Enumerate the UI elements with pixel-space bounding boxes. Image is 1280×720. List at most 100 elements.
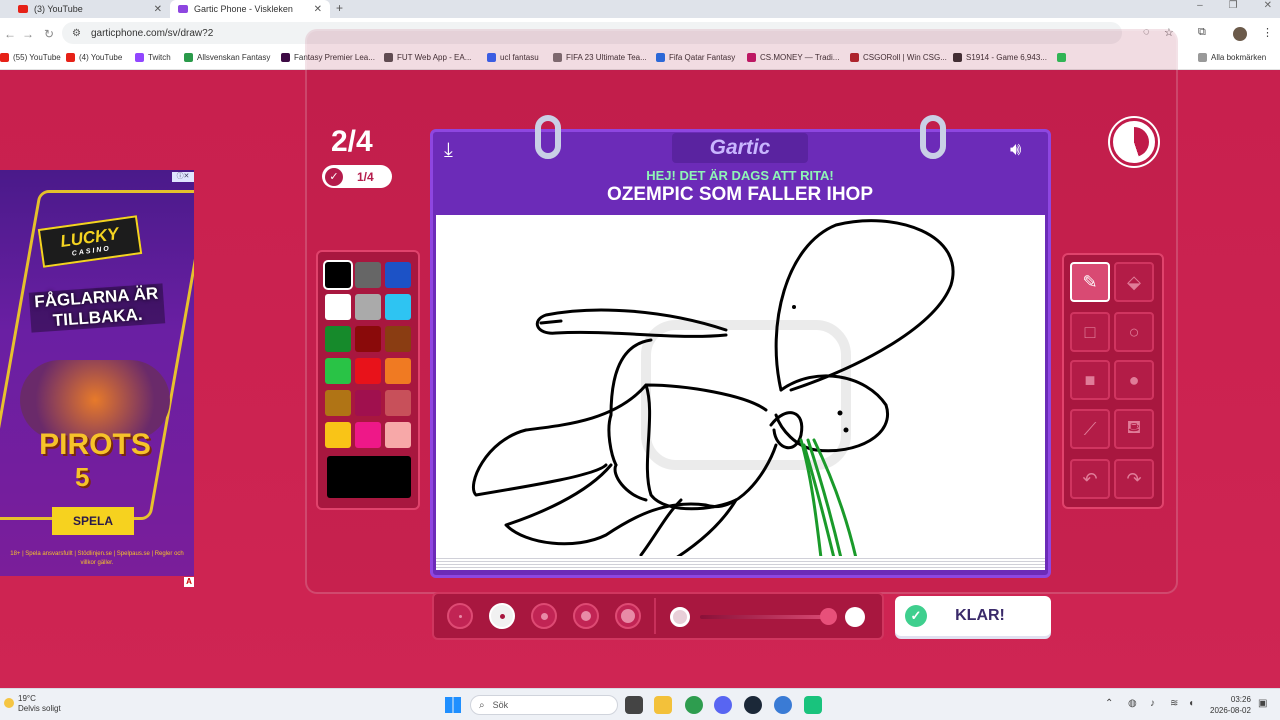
done-button-label: KLAR! [955,607,1005,624]
square-outline-icon[interactable]: □ [1070,312,1110,352]
ad-info-icon[interactable]: ⓘ✕ [172,172,194,182]
wifi-icon[interactable]: ≋ [1170,698,1178,709]
color-swatch[interactable] [355,390,381,416]
search-placeholder: Sök [492,700,509,710]
youtube-icon [18,5,28,13]
ad-cta-button[interactable]: SPELA [52,507,134,535]
windows-start-icon[interactable] [445,697,461,713]
color-swatch[interactable] [385,294,411,320]
bucket-icon[interactable]: ⛾ [1114,409,1154,449]
microphone-icon[interactable]: ♪ [1150,698,1155,709]
circle-filled-icon[interactable]: ● [1114,360,1154,400]
close-tab-icon[interactable]: ✕ [154,4,162,15]
bookmark[interactable]: Twitch [135,53,171,62]
square-filled-icon[interactable]: ■ [1070,360,1110,400]
site-info-icon[interactable]: ⚙ [72,28,81,39]
bookmark[interactable]: Allsvenskan Fantasy [184,53,270,62]
chevron-up-icon[interactable]: ⌃ [1105,698,1113,709]
clock-date: 2026-08-02 [1210,706,1251,715]
maximize-icon[interactable]: ❐ [1229,0,1238,12]
timer-pie [1119,127,1149,157]
color-swatch[interactable] [355,358,381,384]
done-count-text: 1/4 [357,169,374,184]
undo-icon[interactable]: ↶ [1070,459,1110,499]
profile-avatar[interactable] [1233,27,1247,41]
steam-icon[interactable] [744,696,762,714]
color-swatch[interactable] [325,294,351,320]
color-swatch[interactable] [385,262,411,288]
done-button[interactable]: ✓ KLAR! [895,596,1051,636]
ad-banner[interactable]: LUCKY CASINO FÅGLARNA ÄR TILLBAKA. PIROTS… [0,170,194,576]
bookmark[interactable]: (55) YouTube [0,53,61,62]
circle-outline-icon[interactable]: ○ [1114,312,1154,352]
color-swatch[interactable] [355,422,381,448]
ad-legal-text: 18+ | Spela ansvarsfullt | Stödlinjen.se… [10,551,184,566]
color-swatch[interactable] [355,262,381,288]
tab-title: (3) YouTube [34,4,83,14]
app-icon[interactable] [804,696,822,714]
menu-icon[interactable]: ⋮ [1262,26,1273,39]
drawing-canvas[interactable] [436,215,1045,558]
brush-size-3[interactable] [531,603,557,629]
eraser-icon[interactable]: ⬙ [1114,262,1154,302]
color-swatch[interactable] [355,294,381,320]
close-tab-icon[interactable]: ✕ [314,4,322,15]
new-tab-button[interactable]: + [336,0,343,16]
color-swatch[interactable] [355,326,381,352]
all-bookmarks[interactable]: Alla bokmärken [1198,53,1266,62]
sun-icon [4,698,14,708]
tab-youtube[interactable]: (3) YouTube ✕ [10,0,170,18]
notification-icon[interactable]: ▣ [1258,698,1267,709]
ad-game-number: 5 [75,462,90,492]
color-swatch[interactable] [325,326,351,352]
color-swatch[interactable] [325,390,351,416]
network-status-icon[interactable]: ◍ [1128,698,1137,709]
discord-icon[interactable] [714,696,732,714]
taskbar-search[interactable]: ⌕ Sök [470,695,618,715]
forward-icon[interactable]: → [22,27,34,41]
color-swatch[interactable] [385,422,411,448]
ad-game-title: PIROTS [39,428,151,461]
color-swatch[interactable] [385,326,411,352]
weather-text: Delvis soligt [18,704,61,713]
round-counter: 2/4 [331,125,373,158]
weather-temp: 19°C [18,694,36,703]
binder-ring [920,115,946,159]
speaker-icon[interactable]: ◖ [1188,698,1194,709]
back-icon[interactable]: ← [4,27,16,41]
color-swatch[interactable] [385,390,411,416]
color-swatch[interactable] [325,358,351,384]
pencil-icon[interactable]: ✎ [1070,262,1110,302]
color-swatch[interactable] [325,422,351,448]
weather-widget[interactable]: 19°C Delvis soligt [4,694,61,714]
chrome-icon[interactable] [685,696,703,714]
color-swatch[interactable] [385,358,411,384]
extensions-icon[interactable]: ⧉ [1198,26,1206,39]
line-icon[interactable]: ⟋ [1070,409,1110,449]
reload-icon[interactable]: ↻ [44,27,54,41]
gartic-logo: Gartic [672,133,808,163]
clock[interactable]: 03:26 2026-08-02 [1210,694,1251,716]
task-view-icon[interactable] [625,696,643,714]
brush-size-1[interactable] [447,603,473,629]
brush-size-2[interactable] [489,603,515,629]
opacity-max-icon [845,607,865,627]
current-color-preview [327,456,411,498]
clock-time: 03:26 [1230,695,1251,704]
download-icon[interactable]: ⤓ [444,139,468,161]
opacity-slider[interactable] [700,615,830,619]
brush-size-4[interactable] [573,603,599,629]
opacity-slider-handle[interactable] [820,608,837,625]
bookmark[interactable]: (4) YouTube [66,53,122,62]
redo-icon[interactable]: ↷ [1114,459,1154,499]
canvas-base [436,556,1045,570]
minimize-icon[interactable]: – [1197,0,1203,12]
taskbar: 19°C Delvis soligt ⌕ Sök ⌃ ◍ ♪ ≋ ◖ 03:26 … [0,688,1280,720]
app-icon[interactable] [774,696,792,714]
color-swatch[interactable] [325,262,351,288]
file-explorer-icon[interactable] [654,696,672,714]
brush-size-5[interactable] [615,603,641,629]
close-window-icon[interactable]: ✕ [1264,0,1272,12]
volume-icon[interactable]: 🔊︎ [1010,138,1036,160]
tab-gartic[interactable]: Gartic Phone - Viskleken ✕ [170,0,330,18]
